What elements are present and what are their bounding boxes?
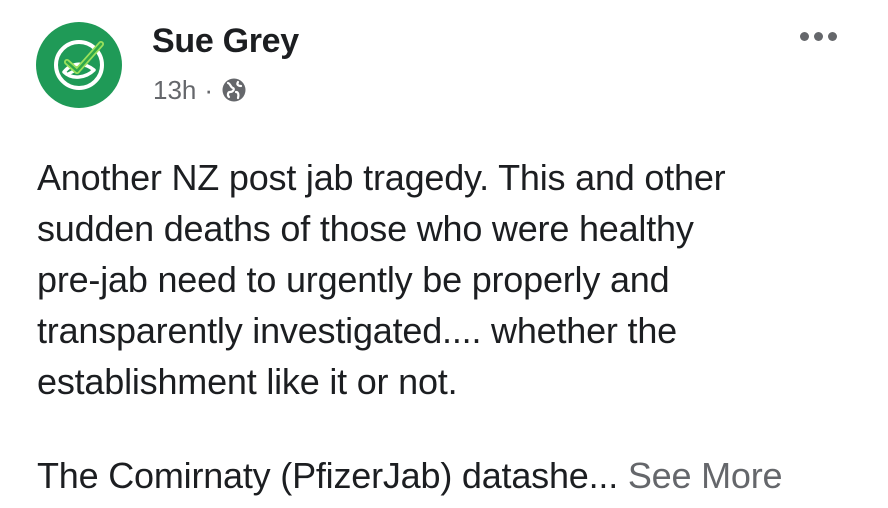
- author-name[interactable]: Sue Grey: [152, 20, 299, 62]
- more-dot: [827, 31, 837, 41]
- globe-icon[interactable]: [221, 77, 247, 103]
- post-text-line: establishment like it or not.: [37, 361, 458, 402]
- post-body: Another NZ post jab tragedy. This and ot…: [37, 152, 857, 407]
- facebook-post: Sue Grey 13h · Another NZ post jab trage…: [0, 0, 888, 508]
- post-text-line: Another NZ post jab tragedy. This and ot…: [37, 157, 726, 198]
- see-more-link[interactable]: See More: [628, 455, 783, 496]
- more-dot: [799, 31, 809, 41]
- post-text-line: sudden deaths of those who were healthy: [37, 208, 694, 249]
- truncated-text: The Comirnaty (PfizerJab) datashe...: [37, 455, 619, 496]
- post-second-paragraph: The Comirnaty (PfizerJab) datashe... See…: [37, 450, 877, 501]
- post-text-line: transparently investigated.... whether t…: [37, 310, 677, 351]
- checkmark-leaf-logo-icon: [54, 40, 104, 90]
- avatar[interactable]: [36, 22, 122, 108]
- more-dot: [813, 31, 823, 41]
- post-meta: 13h ·: [153, 72, 247, 108]
- more-options-icon[interactable]: [790, 18, 846, 54]
- post-text-line: pre-jab need to urgently be properly and: [37, 259, 670, 300]
- post-timestamp[interactable]: 13h: [153, 75, 196, 106]
- meta-separator: ·: [204, 74, 214, 105]
